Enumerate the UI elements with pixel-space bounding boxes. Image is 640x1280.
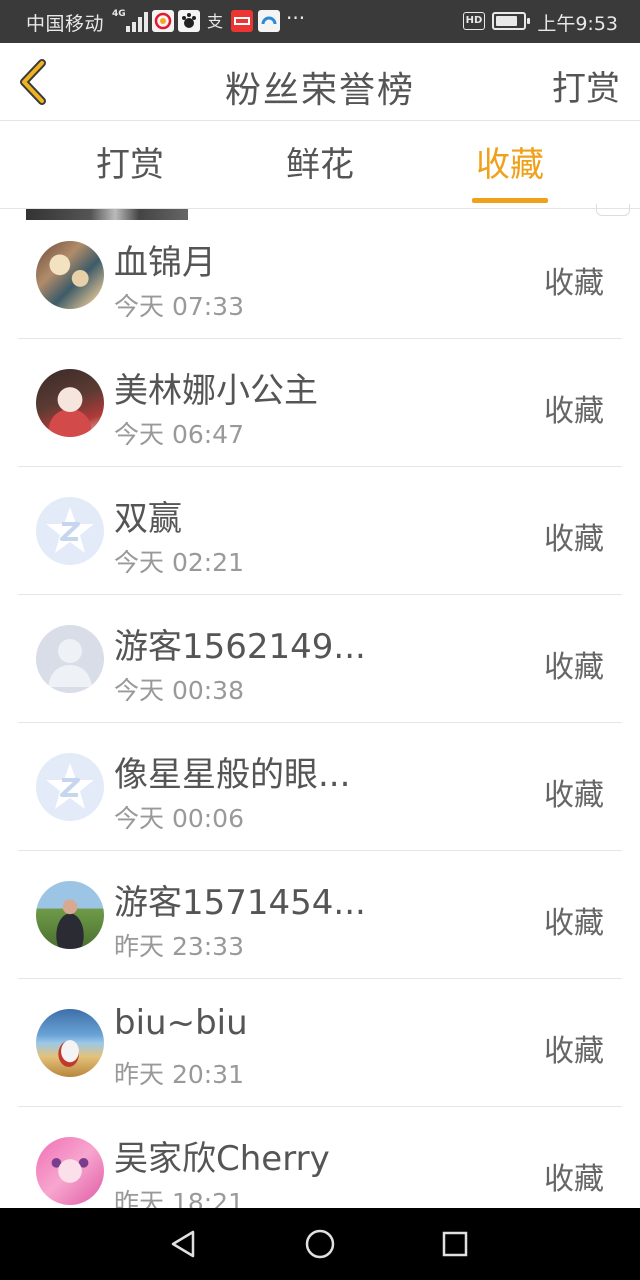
- toutiao-icon: [231, 10, 253, 32]
- list-item[interactable]: 双赢 今天 02:21 收藏: [18, 467, 622, 595]
- signal-icon: 4G: [112, 9, 148, 32]
- back-triangle-icon: [171, 1230, 195, 1258]
- tab-label: 收藏: [476, 145, 544, 185]
- list-item[interactable]: 像星星般的眼... 今天 00:06 收藏: [18, 723, 622, 851]
- anime-avatar: [36, 1137, 104, 1205]
- action-label: 收藏: [544, 1162, 604, 1197]
- list-item[interactable]: 血锦月 今天 07:33 收藏: [18, 211, 622, 339]
- recents-square-icon: [442, 1231, 468, 1257]
- user-name: 双赢: [114, 499, 182, 539]
- list-item[interactable]: 游客1571454... 昨天 23:33 收藏: [18, 851, 622, 979]
- network-type: 4G: [112, 9, 126, 19]
- weibo-icon: [152, 10, 174, 32]
- action-label: 收藏: [544, 650, 604, 685]
- hd-badge: HD: [463, 12, 485, 30]
- timestamp: 今天 06:47: [114, 420, 244, 449]
- status-time: 上午9:53: [537, 13, 618, 35]
- star-z-icon: [46, 763, 94, 809]
- timestamp: 昨天 20:31: [114, 1060, 244, 1089]
- timestamp: 今天 00:38: [114, 676, 244, 705]
- tab-reward[interactable]: 打赏: [55, 121, 205, 209]
- person-silhouette-icon: [48, 639, 92, 687]
- reward-button[interactable]: 打赏: [552, 61, 620, 110]
- list-item[interactable]: 游客1562149... 今天 00:38 收藏: [18, 595, 622, 723]
- user-name: 吴家欣Cherry: [114, 1139, 330, 1179]
- action-label: 收藏: [544, 266, 604, 301]
- user-name: 美林娜小公主: [114, 371, 318, 411]
- qq-default-avatar: [36, 497, 104, 565]
- battery-icon: [492, 12, 530, 30]
- mail-icon: [258, 10, 280, 32]
- timestamp: 今天 02:21: [114, 548, 244, 577]
- timestamp: 今天 00:06: [114, 804, 244, 833]
- action-label: 收藏: [544, 778, 604, 813]
- photo-avatar: [36, 881, 104, 949]
- list-item[interactable]: 美林娜小公主 今天 06:47 收藏: [18, 339, 622, 467]
- user-name: 血锦月: [114, 243, 216, 283]
- nav-recents-button[interactable]: [435, 1224, 475, 1264]
- carrier-name: 中国移动: [26, 13, 105, 35]
- user-name: 游客1562149...: [114, 627, 366, 667]
- tab-favorites[interactable]: 收藏: [435, 121, 585, 209]
- anime-avatar: [36, 369, 104, 437]
- tab-label: 打赏: [96, 145, 164, 185]
- alipay-icon: 支: [205, 10, 227, 32]
- top-app-bar: 粉丝荣誉榜 打赏: [0, 43, 640, 121]
- qq-default-avatar: [36, 753, 104, 821]
- star-z-icon: [46, 507, 94, 553]
- paw-icon: [178, 10, 200, 32]
- guest-default-avatar: [36, 625, 104, 693]
- timestamp: 今天 07:33: [114, 292, 244, 321]
- user-name: 像星星般的眼...: [114, 755, 351, 795]
- action-label: 收藏: [544, 394, 604, 429]
- svg-text:支: 支: [207, 12, 223, 31]
- list-item[interactable]: biu~biu 昨天 20:31 收藏: [18, 979, 622, 1107]
- fan-list: 血锦月 今天 07:33 收藏 美林娜小公主 今天 06:47 收藏 双赢 今天…: [18, 211, 622, 1235]
- action-label: 收藏: [544, 522, 604, 557]
- home-circle-icon: [305, 1229, 335, 1259]
- anime-avatar: [36, 241, 104, 309]
- timestamp: 昨天 23:33: [114, 932, 244, 961]
- system-navigation-bar: [0, 1208, 640, 1280]
- active-tab-indicator: [472, 198, 548, 203]
- tab-flowers[interactable]: 鲜花: [245, 121, 395, 209]
- tab-label: 鲜花: [286, 145, 354, 185]
- user-name: 游客1571454...: [114, 883, 366, 923]
- user-name: biu~biu: [114, 1003, 248, 1043]
- boat-photo-avatar: [36, 1009, 104, 1077]
- page-title: 粉丝荣誉榜: [224, 70, 415, 111]
- nav-home-button[interactable]: [300, 1224, 340, 1264]
- action-label: 收藏: [544, 906, 604, 941]
- status-bar: 中国移动 4G 支 ··· HD 上午9:53: [0, 0, 640, 43]
- nav-back-button[interactable]: [163, 1224, 203, 1264]
- tab-bar: 打赏 鲜花 收藏: [0, 121, 640, 209]
- action-label: 收藏: [544, 1034, 604, 1069]
- more-notifications-icon: ···: [286, 6, 306, 30]
